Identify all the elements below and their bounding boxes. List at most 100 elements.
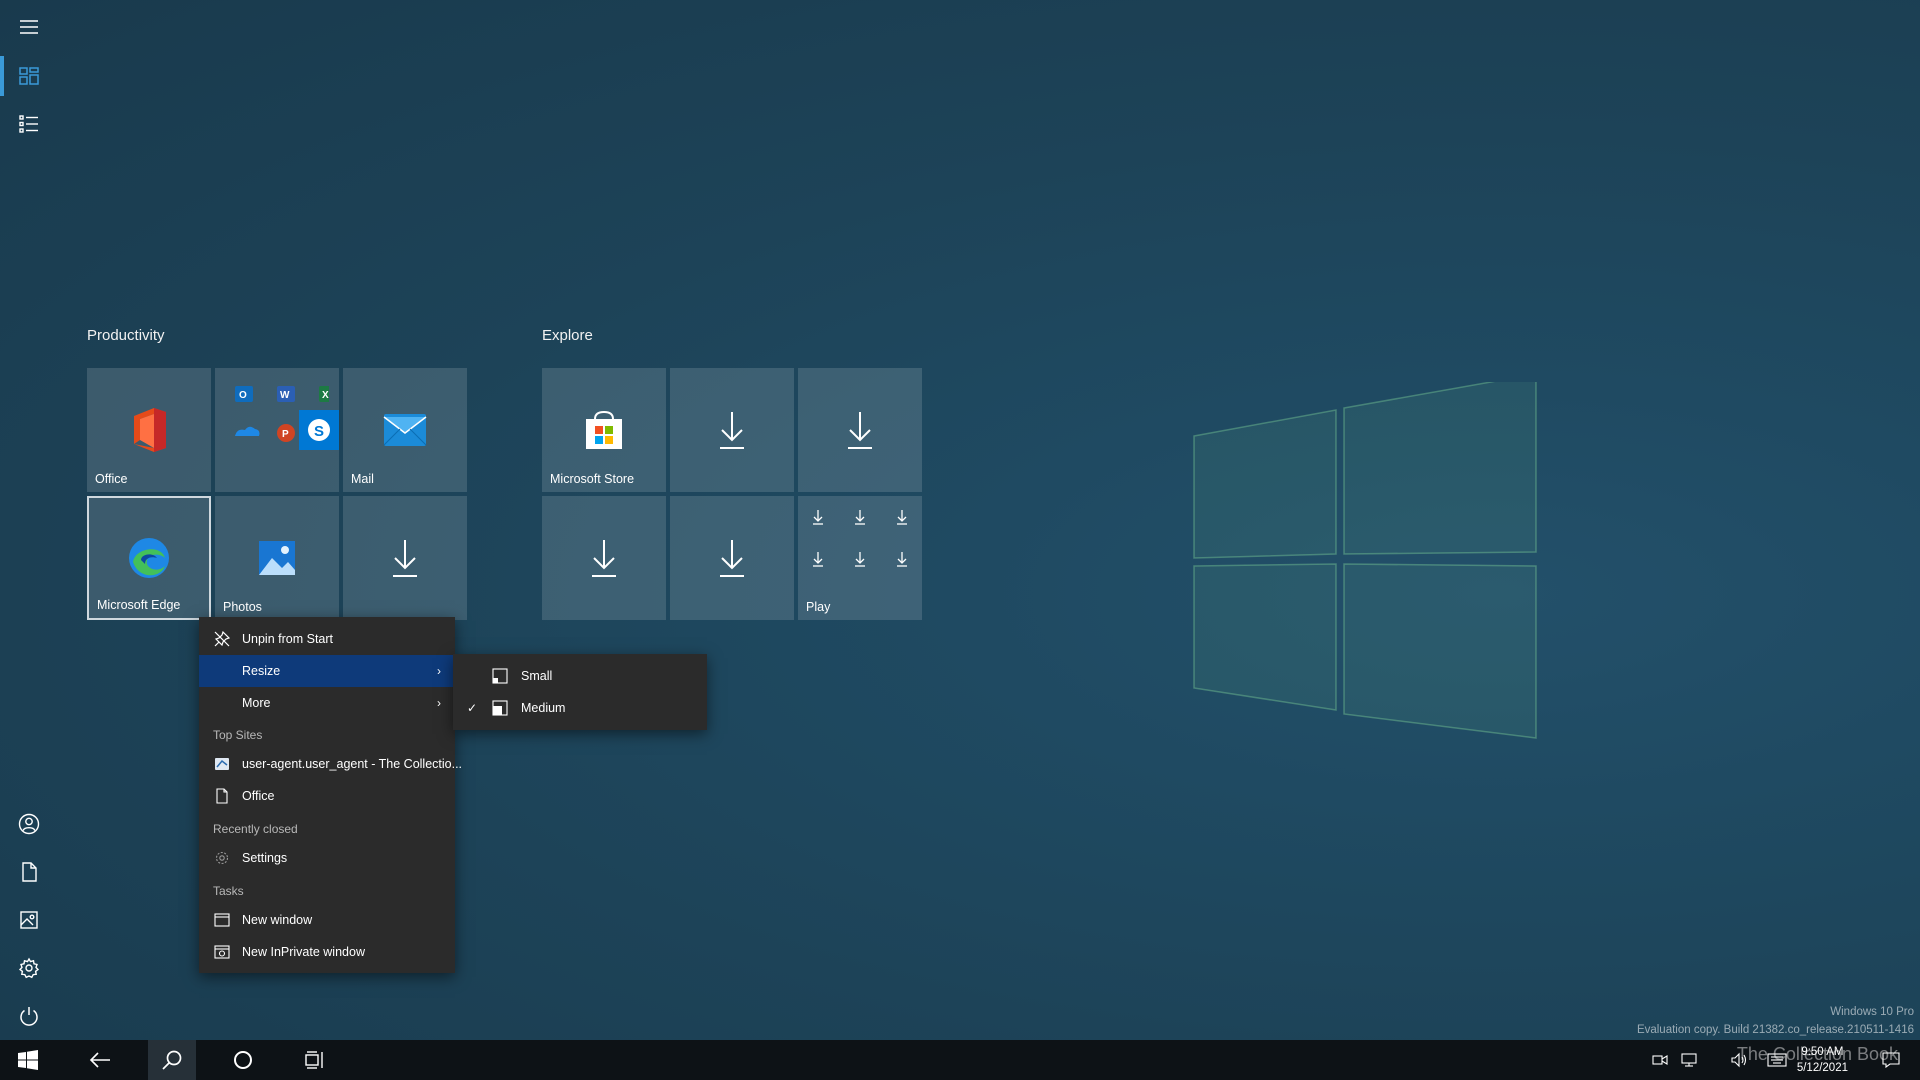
tile-download-placeholder[interactable] [798,368,922,492]
tile-microsoft-store[interactable]: Microsoft Store [542,368,666,492]
medium-size-icon [491,699,509,717]
pinned-tiles-button[interactable] [0,56,58,96]
store-icon [586,410,622,449]
download-icon [813,552,823,567]
watermark-edition: Windows 10 Pro [1830,1006,1914,1018]
section-header-top-sites: Top Sites [213,728,263,742]
camera-icon [1652,1055,1668,1065]
svg-text:W: W [280,390,290,401]
submenu-item-small[interactable]: Small [453,660,707,692]
download-icon [720,412,744,449]
tile-label: Office [95,472,128,486]
download-icon [393,540,417,577]
tile-label: Play [806,600,831,614]
tile-label: Microsoft Store [550,472,635,486]
tile-download-placeholder[interactable] [343,496,467,620]
search-button[interactable] [148,1040,196,1080]
tile-mail[interactable]: Mail [343,368,467,492]
submenu-item-medium[interactable]: ✓ Medium [453,692,707,724]
menu-item-more[interactable]: More › [199,687,455,719]
settings-button[interactable] [0,948,58,988]
download-icon [855,510,865,525]
play-folder-download-icons [813,510,907,567]
pictures-button[interactable] [0,900,58,940]
menu-item-new-inprivate-window[interactable]: New InPrivate window [199,936,455,968]
download-icon [897,510,907,525]
taskbar: 9:50 AM 5/12/2021 [0,1040,1920,1080]
checkmark-icon: ✓ [467,701,478,715]
resize-submenu: Small ✓ Medium [453,654,707,730]
tile-office[interactable]: Office [87,368,211,492]
windows-icon [18,1050,38,1070]
menu-item-recent[interactable]: Settings [199,842,455,874]
tile-download-placeholder[interactable] [670,368,794,492]
menu-item-new-window[interactable]: New window [199,904,455,936]
menu-item-label: More [242,696,271,710]
menu-item-label: New InPrivate window [242,945,365,959]
account-button[interactable] [0,804,58,844]
section-header-recently-closed: Recently closed [213,822,298,836]
tile-microsoft-edge[interactable]: Microsoft Edge [87,496,211,620]
watermark-brand: The Collection Book [1736,1044,1898,1064]
mail-icon [383,414,427,446]
onedrive-icon [235,426,260,436]
start-button[interactable] [4,1040,52,1080]
tile-label: Mail [351,472,374,486]
submenu-item-label: Medium [521,701,566,715]
tile-label: Microsoft Edge [97,598,181,612]
all-apps-button[interactable] [0,104,58,144]
download-icon [848,412,872,449]
picture-icon [20,911,38,929]
windows-wallpaper-logo [1193,382,1537,739]
download-icon [720,540,744,577]
svg-text:P: P [282,429,289,440]
page-icon [213,787,231,805]
tiles-icon [19,67,39,85]
inprivate-window-icon [213,943,231,961]
tile-photos[interactable]: Photos [215,496,339,620]
back-arrow-icon [89,1052,110,1068]
tile-office-apps-folder[interactable]: O W X P S [215,368,339,492]
documents-button[interactable] [0,852,58,892]
group-title-productivity[interactable]: Productivity [87,327,165,344]
menu-item-resize[interactable]: Resize › [199,655,455,687]
menu-item-label: Unpin from Start [242,632,334,646]
excel-icon: X [319,386,329,402]
cortana-button[interactable] [219,1040,267,1080]
hamburger-icon [20,20,38,34]
chevron-right-icon: › [437,664,441,678]
menu-item-top-site[interactable]: user-agent.user_agent - The Collectio... [199,748,462,780]
tile-download-placeholder[interactable] [542,496,666,620]
word-icon: W [277,386,295,402]
menu-item-top-site[interactable]: Office [199,780,455,812]
skype-tile[interactable]: S [299,410,339,450]
chevron-right-icon: › [437,696,441,710]
tile-download-placeholder[interactable] [670,496,794,620]
list-icon [19,115,38,133]
menu-item-label: Resize [242,664,281,678]
group-title-explore[interactable]: Explore [542,327,593,344]
small-size-icon [491,667,509,685]
tray-network-button[interactable] [1676,1040,1702,1080]
tile-label: Photos [223,600,262,614]
task-view-button[interactable] [291,1040,339,1080]
download-icon [897,552,907,567]
power-button[interactable] [0,996,58,1036]
powerpoint-icon: P [277,424,295,442]
edge-icon [129,538,169,578]
menu-item-label: Settings [242,851,288,865]
hamburger-menu-button[interactable] [0,7,58,47]
submenu-item-label: Small [521,669,553,683]
menu-item-unpin[interactable]: Unpin from Start [199,623,455,655]
download-icon [592,540,616,577]
menu-item-label: user-agent.user_agent - The Collectio... [242,757,463,771]
menu-item-label: New window [242,913,313,927]
search-icon [162,1050,182,1070]
section-header-tasks: Tasks [213,884,244,898]
tray-meet-now-button[interactable] [1648,1040,1672,1080]
download-icon [855,552,865,567]
user-icon [18,813,40,835]
back-button[interactable] [76,1040,124,1080]
tile-play-folder[interactable]: Play [798,496,922,620]
skype-icon: S [308,419,330,441]
